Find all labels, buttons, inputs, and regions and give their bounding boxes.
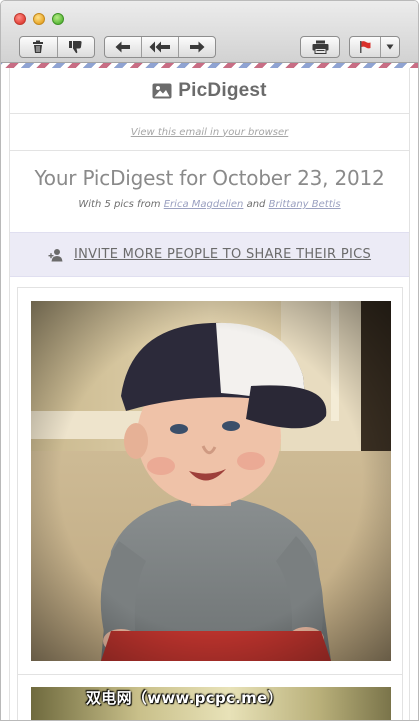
close-window-button[interactable] <box>14 13 26 25</box>
watermark-text: 双电网（www.pcpc.me） <box>86 689 283 707</box>
flag-menu-button[interactable] <box>381 37 399 57</box>
email-subtitle: With 5 pics from Erica Magdelien and Bri… <box>10 199 409 210</box>
reply-group <box>104 36 216 58</box>
junk-button[interactable] <box>58 37 95 57</box>
forward-icon <box>190 41 205 53</box>
reply-icon <box>115 41 130 53</box>
view-in-browser-row: View this email in your browser <box>10 114 409 151</box>
delete-button[interactable] <box>20 37 58 57</box>
minimize-window-button[interactable] <box>33 13 45 25</box>
reply-all-icon <box>149 41 170 53</box>
subtitle-conjunction: and <box>246 199 266 210</box>
photo-card <box>17 287 403 677</box>
add-person-icon <box>48 248 63 261</box>
logo-header: PicDigest <box>10 68 409 114</box>
invite-banner[interactable]: INVITE MORE PEOPLE TO SHARE THEIR PICS <box>10 232 409 277</box>
view-in-browser-link[interactable]: View this email in your browser <box>131 127 289 138</box>
invite-link[interactable]: INVITE MORE PEOPLE TO SHARE THEIR PICS <box>74 247 371 262</box>
trash-icon <box>33 40 44 53</box>
toolbar <box>1 1 418 63</box>
zoom-window-button[interactable] <box>52 13 64 25</box>
delete-junk-group <box>19 36 95 58</box>
reply-button[interactable] <box>105 37 142 57</box>
contributor-link-2[interactable]: Brittany Bettis <box>269 199 341 210</box>
flag-icon <box>359 41 371 53</box>
forward-button[interactable] <box>179 37 215 57</box>
logo-text: PicDigest <box>178 79 267 101</box>
chevron-down-icon <box>386 44 394 50</box>
email-title: Your PicDigest for October 23, 2012 <box>34 166 385 190</box>
flag-button[interactable] <box>350 37 381 57</box>
printer-icon <box>312 40 328 54</box>
photo-baby[interactable] <box>31 301 391 661</box>
baby-photo-image <box>31 301 391 661</box>
print-group <box>300 36 340 58</box>
subtitle-prefix: With 5 pics from <box>78 199 161 210</box>
picture-icon <box>152 83 172 98</box>
email-body: PicDigest View this email in your browse… <box>9 68 410 720</box>
flag-group <box>349 36 400 58</box>
thumbs-down-icon <box>69 41 82 54</box>
print-button[interactable] <box>301 37 339 57</box>
mail-window: PicDigest View this email in your browse… <box>0 0 419 721</box>
contributor-link-1[interactable]: Erica Magdelien <box>164 199 244 210</box>
reply-all-button[interactable] <box>142 37 179 57</box>
